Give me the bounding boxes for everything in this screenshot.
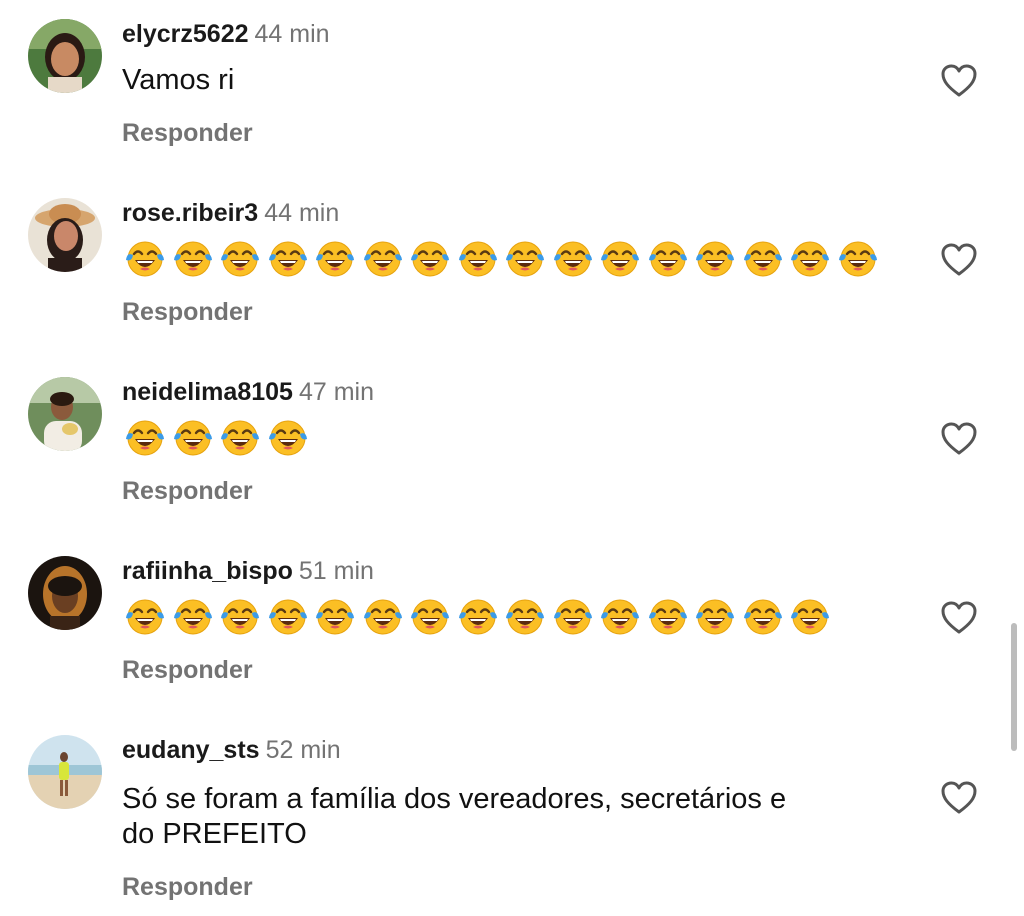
username[interactable]: eudany_sts: [122, 736, 260, 764]
face-with-tears-of-joy-icon: [363, 599, 402, 635]
face-with-tears-of-joy-icon: [268, 420, 307, 456]
face-with-tears-of-joy-icon: [743, 599, 782, 635]
face-with-tears-of-joy-icon: [363, 241, 402, 277]
face-with-tears-of-joy-icon: [506, 599, 544, 635]
face-with-tears-of-joy-icon: [173, 420, 212, 456]
face-with-tears-of-joy-icon: [648, 241, 687, 277]
heart-outline-icon[interactable]: [940, 780, 978, 816]
face-with-tears-of-joy-icon: [601, 241, 639, 277]
scrollbar[interactable]: [1011, 623, 1017, 751]
face-with-tears-of-joy-icon: [316, 241, 354, 277]
comment-time: 44 min: [254, 20, 330, 48]
face-with-tears-of-joy-icon: [553, 599, 592, 635]
avatar[interactable]: [28, 556, 102, 630]
comment-time: 52 min: [265, 736, 341, 764]
comment-meta: eudany_sts 52 min: [122, 735, 341, 765]
face-with-tears-of-joy-icon: [221, 241, 259, 277]
emoji-row: [124, 417, 309, 461]
reply-button[interactable]: Responder: [122, 297, 253, 327]
username[interactable]: elycrz5622: [122, 20, 249, 48]
face-with-tears-of-joy-icon: [411, 241, 449, 277]
face-with-tears-of-joy-icon: [316, 599, 354, 635]
comment-time: 51 min: [298, 557, 374, 585]
reply-button[interactable]: Responder: [122, 655, 253, 685]
face-with-tears-of-joy-icon: [126, 599, 164, 635]
face-with-tears-of-joy-icon: [648, 599, 687, 635]
avatar[interactable]: [28, 735, 102, 809]
comment-text: Vamos ri: [122, 64, 235, 96]
username[interactable]: rafiinha_bispo: [122, 557, 293, 585]
face-with-tears-of-joy-icon: [791, 241, 829, 277]
face-with-tears-of-joy-icon: [411, 599, 449, 635]
heart-outline-icon[interactable]: [940, 63, 978, 99]
comment-meta: rose.ribeir3 44 min: [122, 198, 339, 228]
reply-button[interactable]: Responder: [122, 118, 253, 148]
comment-meta: neidelima8105 47 min: [122, 377, 374, 407]
heart-outline-icon[interactable]: [940, 421, 978, 457]
face-with-tears-of-joy-icon: [458, 599, 497, 635]
avatar[interactable]: [28, 198, 102, 272]
face-with-tears-of-joy-icon: [696, 599, 734, 635]
face-with-tears-of-joy-icon: [743, 241, 782, 277]
face-with-tears-of-joy-icon: [126, 241, 164, 277]
heart-outline-icon[interactable]: [940, 600, 978, 636]
reply-button[interactable]: Responder: [122, 872, 253, 902]
face-with-tears-of-joy-icon: [173, 241, 212, 277]
face-with-tears-of-joy-icon: [506, 241, 544, 277]
comment-text-line: do PREFEITO: [122, 818, 307, 850]
face-with-tears-of-joy-icon: [553, 241, 592, 277]
face-with-tears-of-joy-icon: [696, 241, 734, 277]
heart-outline-icon[interactable]: [940, 242, 978, 278]
avatar[interactable]: [28, 377, 102, 451]
face-with-tears-of-joy-icon: [268, 599, 307, 635]
username[interactable]: neidelima8105: [122, 378, 293, 406]
face-with-tears-of-joy-icon: [126, 420, 164, 456]
comment-meta: rafiinha_bispo 51 min: [122, 556, 374, 586]
avatar[interactable]: [28, 19, 102, 93]
face-with-tears-of-joy-icon: [838, 241, 877, 277]
comment-time: 47 min: [298, 378, 374, 406]
face-with-tears-of-joy-icon: [458, 241, 497, 277]
comment-meta: elycrz5622 44 min: [122, 19, 330, 49]
face-with-tears-of-joy-icon: [173, 599, 212, 635]
face-with-tears-of-joy-icon: [791, 599, 829, 635]
reply-button[interactable]: Responder: [122, 476, 253, 506]
face-with-tears-of-joy-icon: [221, 420, 259, 456]
comment-time: 44 min: [264, 199, 340, 227]
face-with-tears-of-joy-icon: [268, 241, 307, 277]
emoji-row: [124, 596, 831, 640]
face-with-tears-of-joy-icon: [601, 599, 639, 635]
comment-text-line: Só se foram a família dos vereadores, se…: [122, 783, 787, 815]
emoji-row: [124, 238, 879, 282]
face-with-tears-of-joy-icon: [221, 599, 259, 635]
username[interactable]: rose.ribeir3: [122, 199, 258, 227]
